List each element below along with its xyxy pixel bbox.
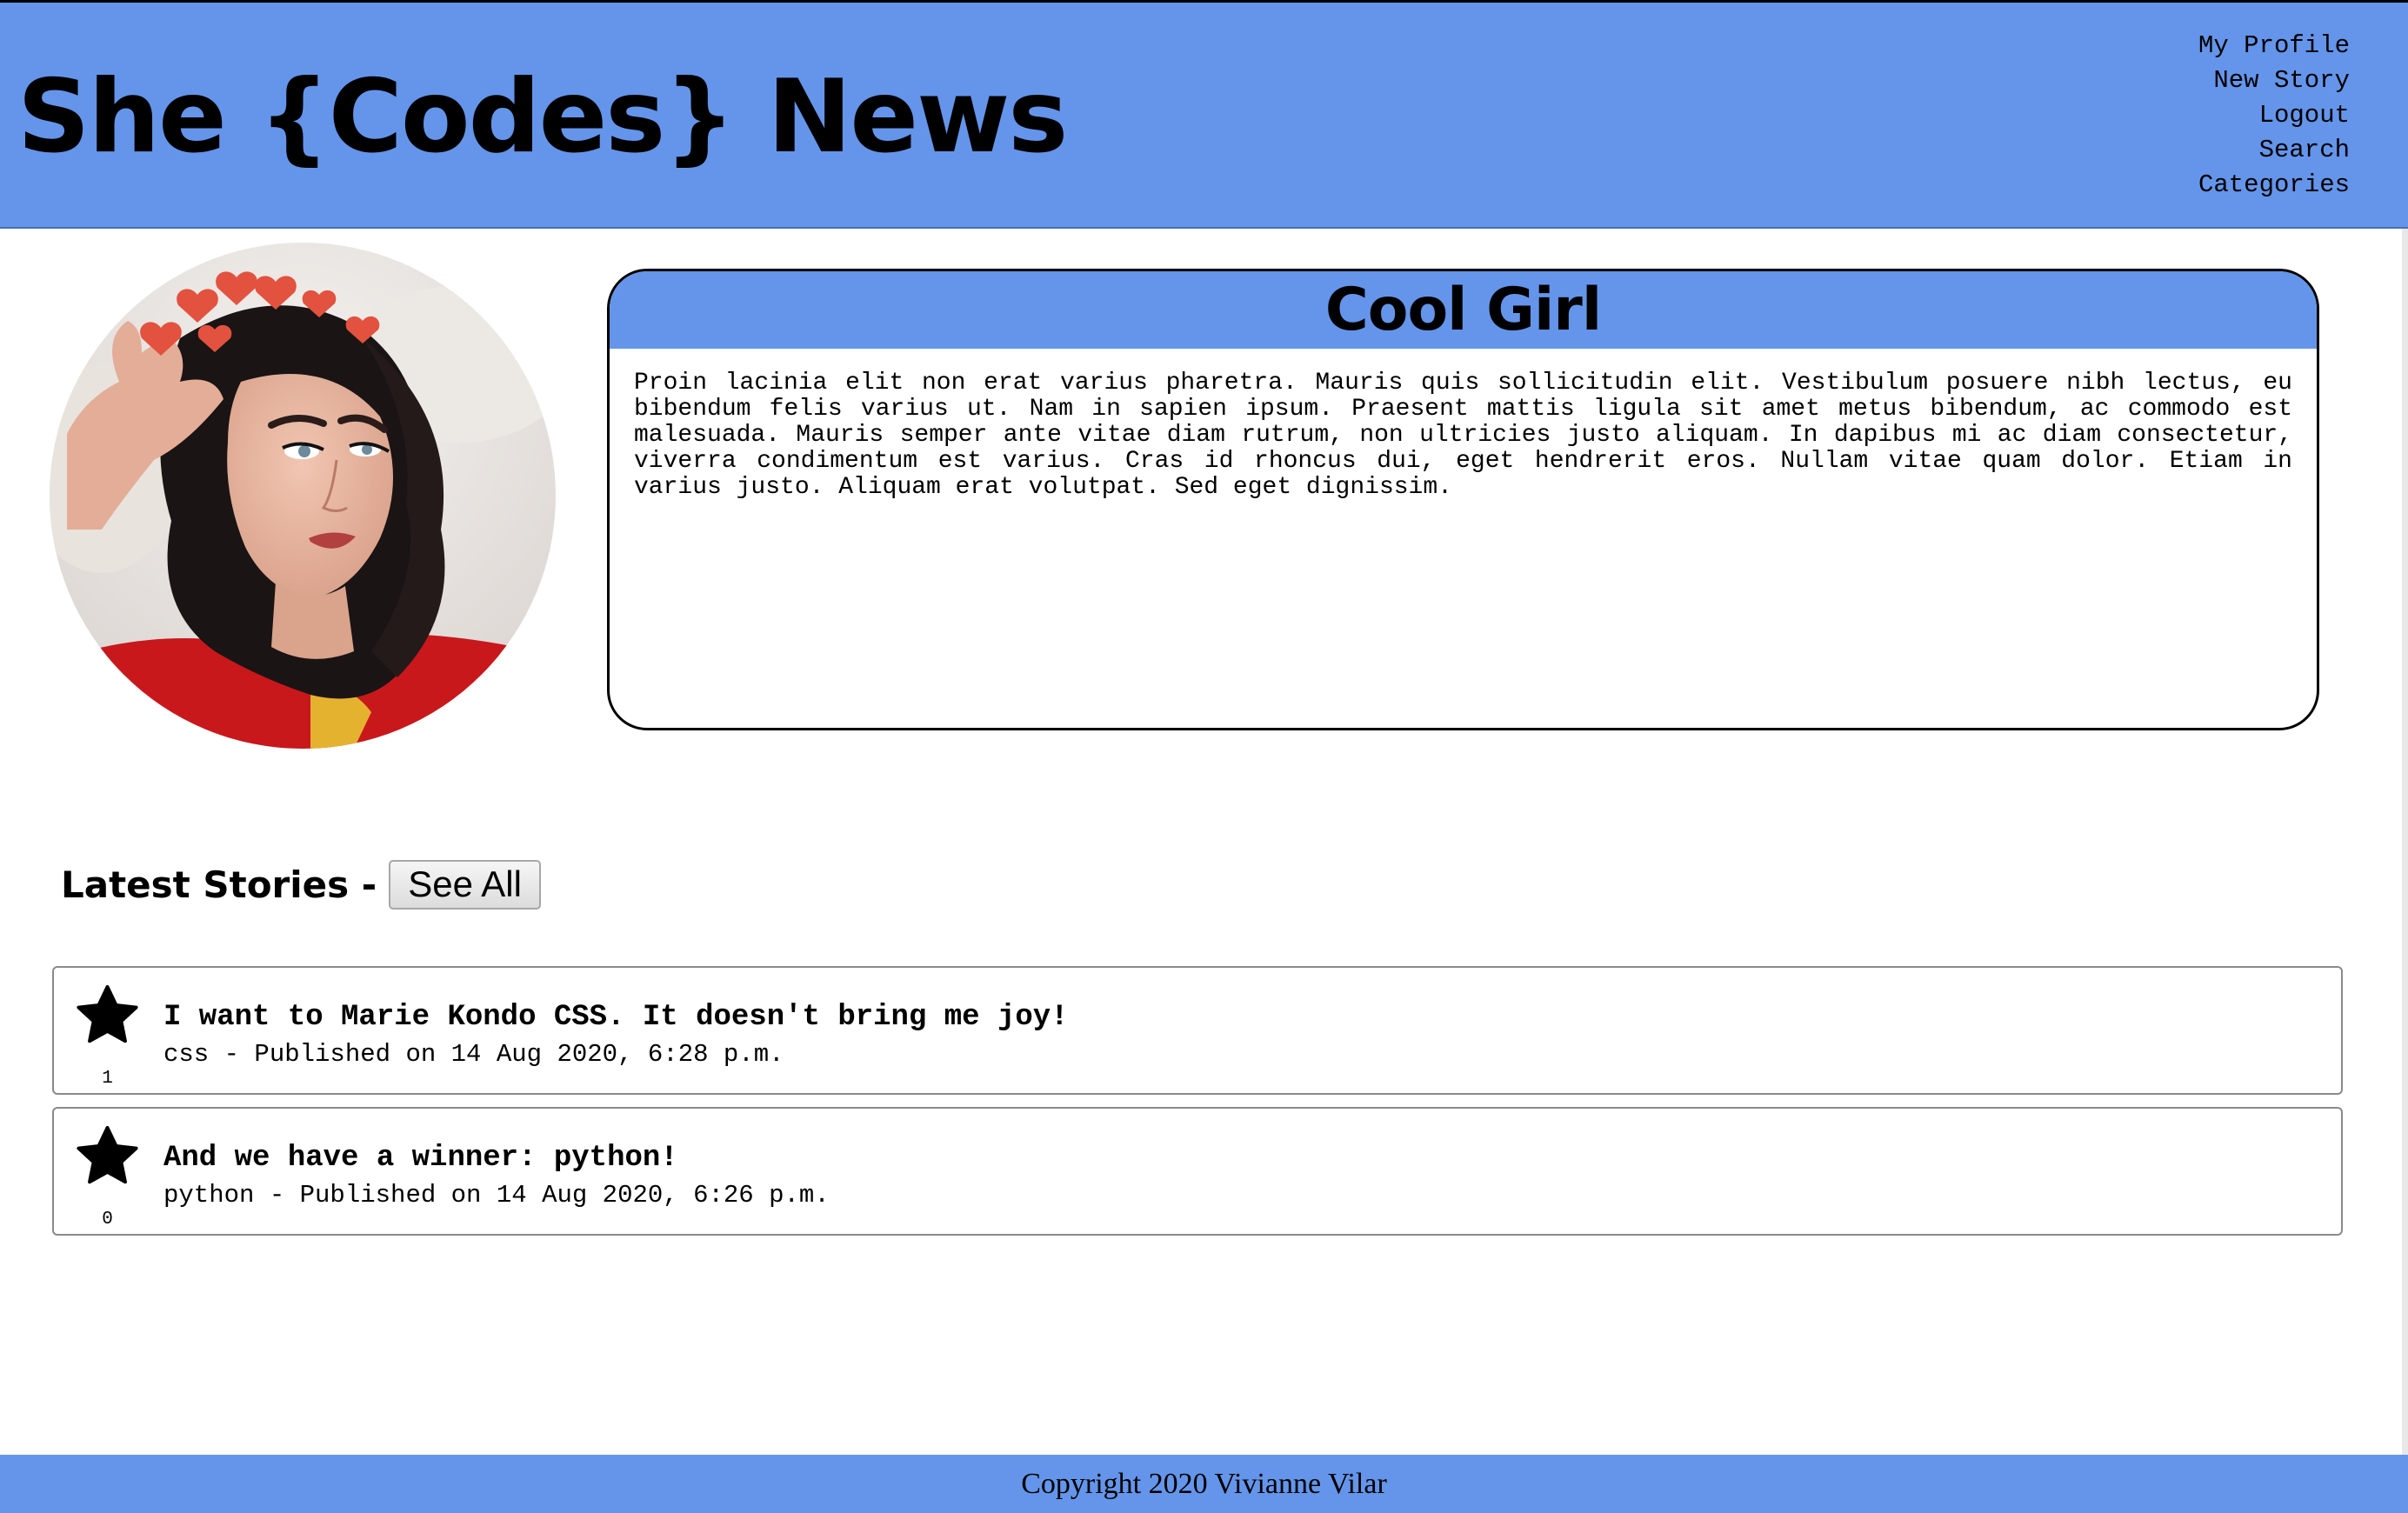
nav-logout[interactable]: Logout bbox=[2198, 98, 2350, 133]
site-header: She {Codes} News My Profile New Story Lo… bbox=[0, 0, 2408, 229]
profile-avatar bbox=[50, 243, 556, 749]
site-title[interactable]: She {Codes} News bbox=[17, 57, 1068, 178]
nav-my-profile[interactable]: My Profile bbox=[2198, 29, 2350, 63]
see-all-button[interactable]: See All bbox=[389, 859, 541, 910]
profile-card: Cool Girl Proin lacinia elit non erat va… bbox=[607, 269, 2319, 730]
footer-copyright: Copyright 2020 Vivianne Vilar bbox=[1021, 1467, 1387, 1500]
scroll-edge bbox=[2402, 229, 2408, 1455]
story-meta: css - Published on 14 Aug 2020, 6:28 p.m… bbox=[163, 1040, 784, 1069]
star-icon[interactable] bbox=[72, 982, 143, 1050]
story-title[interactable]: I want to Marie Kondo CSS. It doesn't br… bbox=[163, 1000, 1069, 1035]
main-nav: My Profile New Story Logout Search Categ… bbox=[2198, 29, 2350, 203]
star-icon[interactable] bbox=[72, 1123, 143, 1190]
story-title[interactable]: And we have a winner: python! bbox=[163, 1141, 678, 1176]
nav-categories[interactable]: Categories bbox=[2198, 168, 2350, 203]
like-count: 0 bbox=[102, 1210, 113, 1230]
story-meta: python - Published on 14 Aug 2020, 6:26 … bbox=[163, 1181, 830, 1210]
story-card[interactable]: 0 And we have a winner: python! python -… bbox=[52, 1107, 2343, 1236]
profile-name: Cool Girl bbox=[1324, 276, 1602, 344]
site-footer: Copyright 2020 Vivianne Vilar bbox=[0, 1455, 2408, 1513]
nav-search[interactable]: Search bbox=[2198, 133, 2350, 168]
story-card[interactable]: 1 I want to Marie Kondo CSS. It doesn't … bbox=[52, 966, 2343, 1095]
latest-stories-heading: Latest Stories - See All bbox=[61, 858, 541, 910]
like-count: 1 bbox=[102, 1069, 113, 1089]
latest-stories-title: Latest Stories - bbox=[61, 863, 377, 906]
profile-card-header: Cool Girl bbox=[610, 271, 2317, 349]
nav-new-story[interactable]: New Story bbox=[2198, 63, 2350, 98]
profile-bio: Proin lacinia elit non erat varius phare… bbox=[634, 370, 2292, 501]
